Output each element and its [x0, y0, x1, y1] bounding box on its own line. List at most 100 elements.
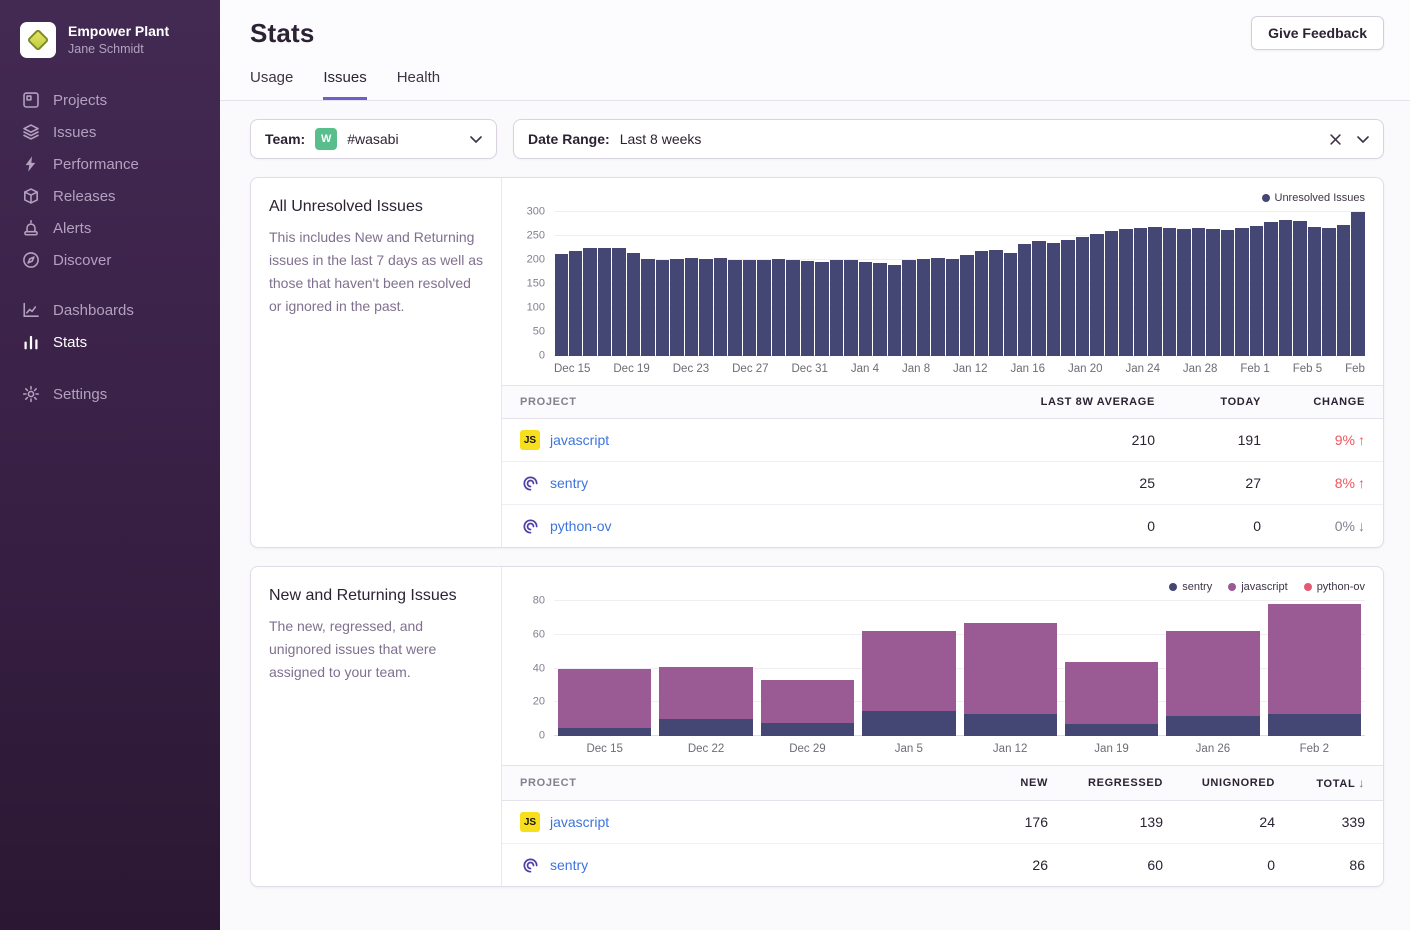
org-name: Empower Plant [68, 22, 169, 40]
settings-gear-icon [22, 385, 40, 403]
unresolved-bar [801, 261, 814, 356]
sidebar-item-label: Dashboards [53, 302, 134, 319]
unresolved-bar [815, 262, 828, 356]
header-total-sort[interactable]: TOTAL↓ [1275, 776, 1365, 790]
avg-value: 0 [965, 518, 1155, 534]
discover-icon [22, 251, 40, 269]
app-root: Empower Plant Jane Schmidt Projects Issu… [0, 0, 1410, 930]
x-axis-label: Dec 31 [792, 363, 828, 375]
x-axis-label: Jan 28 [1183, 363, 1218, 375]
sidebar-item-projects[interactable]: Projects [0, 84, 220, 116]
user-name: Jane Schmidt [68, 42, 169, 56]
project-link-sentry[interactable]: sentry [550, 857, 588, 873]
project-link-javascript[interactable]: javascript [550, 432, 609, 448]
y-axis-label: 80 [533, 596, 545, 607]
sidebar: Empower Plant Jane Schmidt Projects Issu… [0, 0, 220, 930]
legend-label: sentry [1182, 581, 1212, 593]
y-axis-label: 20 [533, 697, 545, 708]
sidebar-item-settings[interactable]: Settings [0, 378, 220, 410]
sentry-segment [761, 723, 854, 737]
tab-usage[interactable]: Usage [250, 69, 293, 100]
sidebar-item-label: Alerts [53, 220, 91, 237]
tab-issues[interactable]: Issues [323, 69, 366, 100]
avg-value: 25 [965, 475, 1155, 491]
x-axis-label: Jan 20 [1068, 363, 1103, 375]
sidebar-item-performance[interactable]: Performance [0, 148, 220, 180]
sentry-segment [1268, 714, 1361, 736]
legend-label: python-ov [1317, 581, 1365, 593]
table-row-javascript: JS javascript 210 191 9%↑ [502, 419, 1383, 462]
org-switcher[interactable]: Empower Plant Jane Schmidt [0, 0, 220, 68]
avg-value: 210 [965, 432, 1155, 448]
sidebar-item-alerts[interactable]: Alerts [0, 212, 220, 244]
sidebar-item-releases[interactable]: Releases [0, 180, 220, 212]
new-returning-table: PROJECT NEW REGRESSED UNIGNORED TOTAL↓ J… [502, 765, 1383, 886]
table-row-sentry: sentry 25 27 8%↑ [502, 462, 1383, 505]
python-ov-project-icon [520, 516, 540, 536]
javascript-segment [1065, 662, 1158, 724]
stacked-bar [558, 669, 651, 737]
legend-item: javascript [1228, 581, 1287, 593]
team-avatar: W [315, 128, 337, 150]
date-chevron-down-icon [1357, 136, 1369, 143]
unresolved-bar [1235, 228, 1248, 356]
panel-title: New and Returning Issues [269, 587, 483, 605]
dashboards-icon [22, 301, 40, 319]
project-link-sentry[interactable]: sentry [550, 475, 588, 491]
sidebar-item-discover[interactable]: Discover [0, 244, 220, 276]
date-range-select[interactable]: Date Range: Last 8 weeks [513, 119, 1384, 159]
x-axis-label: Feb 2 [1264, 743, 1365, 755]
x-axis-label: Dec 19 [613, 363, 649, 375]
clear-date-icon[interactable] [1330, 134, 1341, 145]
unresolved-bar [772, 259, 785, 356]
give-feedback-button[interactable]: Give Feedback [1251, 16, 1384, 50]
panel-all-unresolved-issues: All Unresolved Issues This includes New … [250, 177, 1384, 548]
unresolved-bar [844, 260, 857, 356]
sidebar-item-issues[interactable]: Issues [0, 116, 220, 148]
x-axis-label: Feb [1345, 363, 1365, 375]
x-axis-label: Jan 8 [902, 363, 930, 375]
change-value: 8%↑ [1261, 475, 1365, 491]
javascript-segment [659, 667, 752, 719]
javascript-project-icon: JS [520, 430, 540, 450]
chart-legend: Unresolved Issues [520, 190, 1365, 206]
table-header-row: PROJECT NEW REGRESSED UNIGNORED TOTAL↓ [502, 765, 1383, 801]
sidebar-item-label: Discover [53, 252, 111, 269]
unresolved-bar [1018, 244, 1031, 356]
stacked-bar [761, 680, 854, 736]
filter-row: Team: W #wasabi Date Range: Last 8 weeks [250, 119, 1384, 159]
unresolved-bar [946, 259, 959, 356]
unresolved-bar [888, 265, 901, 356]
unresolved-bar [569, 251, 582, 356]
date-range-label: Date Range: [528, 131, 610, 147]
header-last8w-average: LAST 8W AVERAGE [965, 396, 1155, 408]
nav-divider [0, 358, 220, 378]
project-link-python-ov[interactable]: python-ov [550, 518, 611, 534]
y-axis: 020406080 [520, 601, 554, 736]
panel-title: All Unresolved Issues [269, 198, 483, 216]
x-axis-label: Dec 15 [554, 743, 655, 755]
unresolved-bar [1090, 234, 1103, 356]
unresolved-bar [931, 258, 944, 356]
unresolved-bar [598, 248, 611, 356]
sidebar-item-stats[interactable]: Stats [0, 326, 220, 358]
unresolved-bar [685, 258, 698, 356]
today-value: 191 [1155, 432, 1261, 448]
team-select[interactable]: Team: W #wasabi [250, 119, 497, 159]
issues-icon [22, 123, 40, 141]
stacked-bar [964, 623, 1057, 736]
regressed-value: 139 [1048, 814, 1163, 830]
unresolved-bar [1221, 230, 1234, 356]
unresolved-bar [714, 258, 727, 356]
unresolved-bar [902, 260, 915, 356]
sentry-segment [964, 714, 1057, 736]
plot-area [554, 212, 1365, 356]
stacked-bar [659, 667, 752, 736]
javascript-segment [558, 669, 651, 728]
project-link-javascript[interactable]: javascript [550, 814, 609, 830]
sidebar-item-dashboards[interactable]: Dashboards [0, 294, 220, 326]
y-axis-label: 50 [533, 327, 545, 338]
unignored-value: 0 [1163, 857, 1275, 873]
unresolved-bar [1134, 228, 1147, 356]
tab-health[interactable]: Health [397, 69, 440, 100]
